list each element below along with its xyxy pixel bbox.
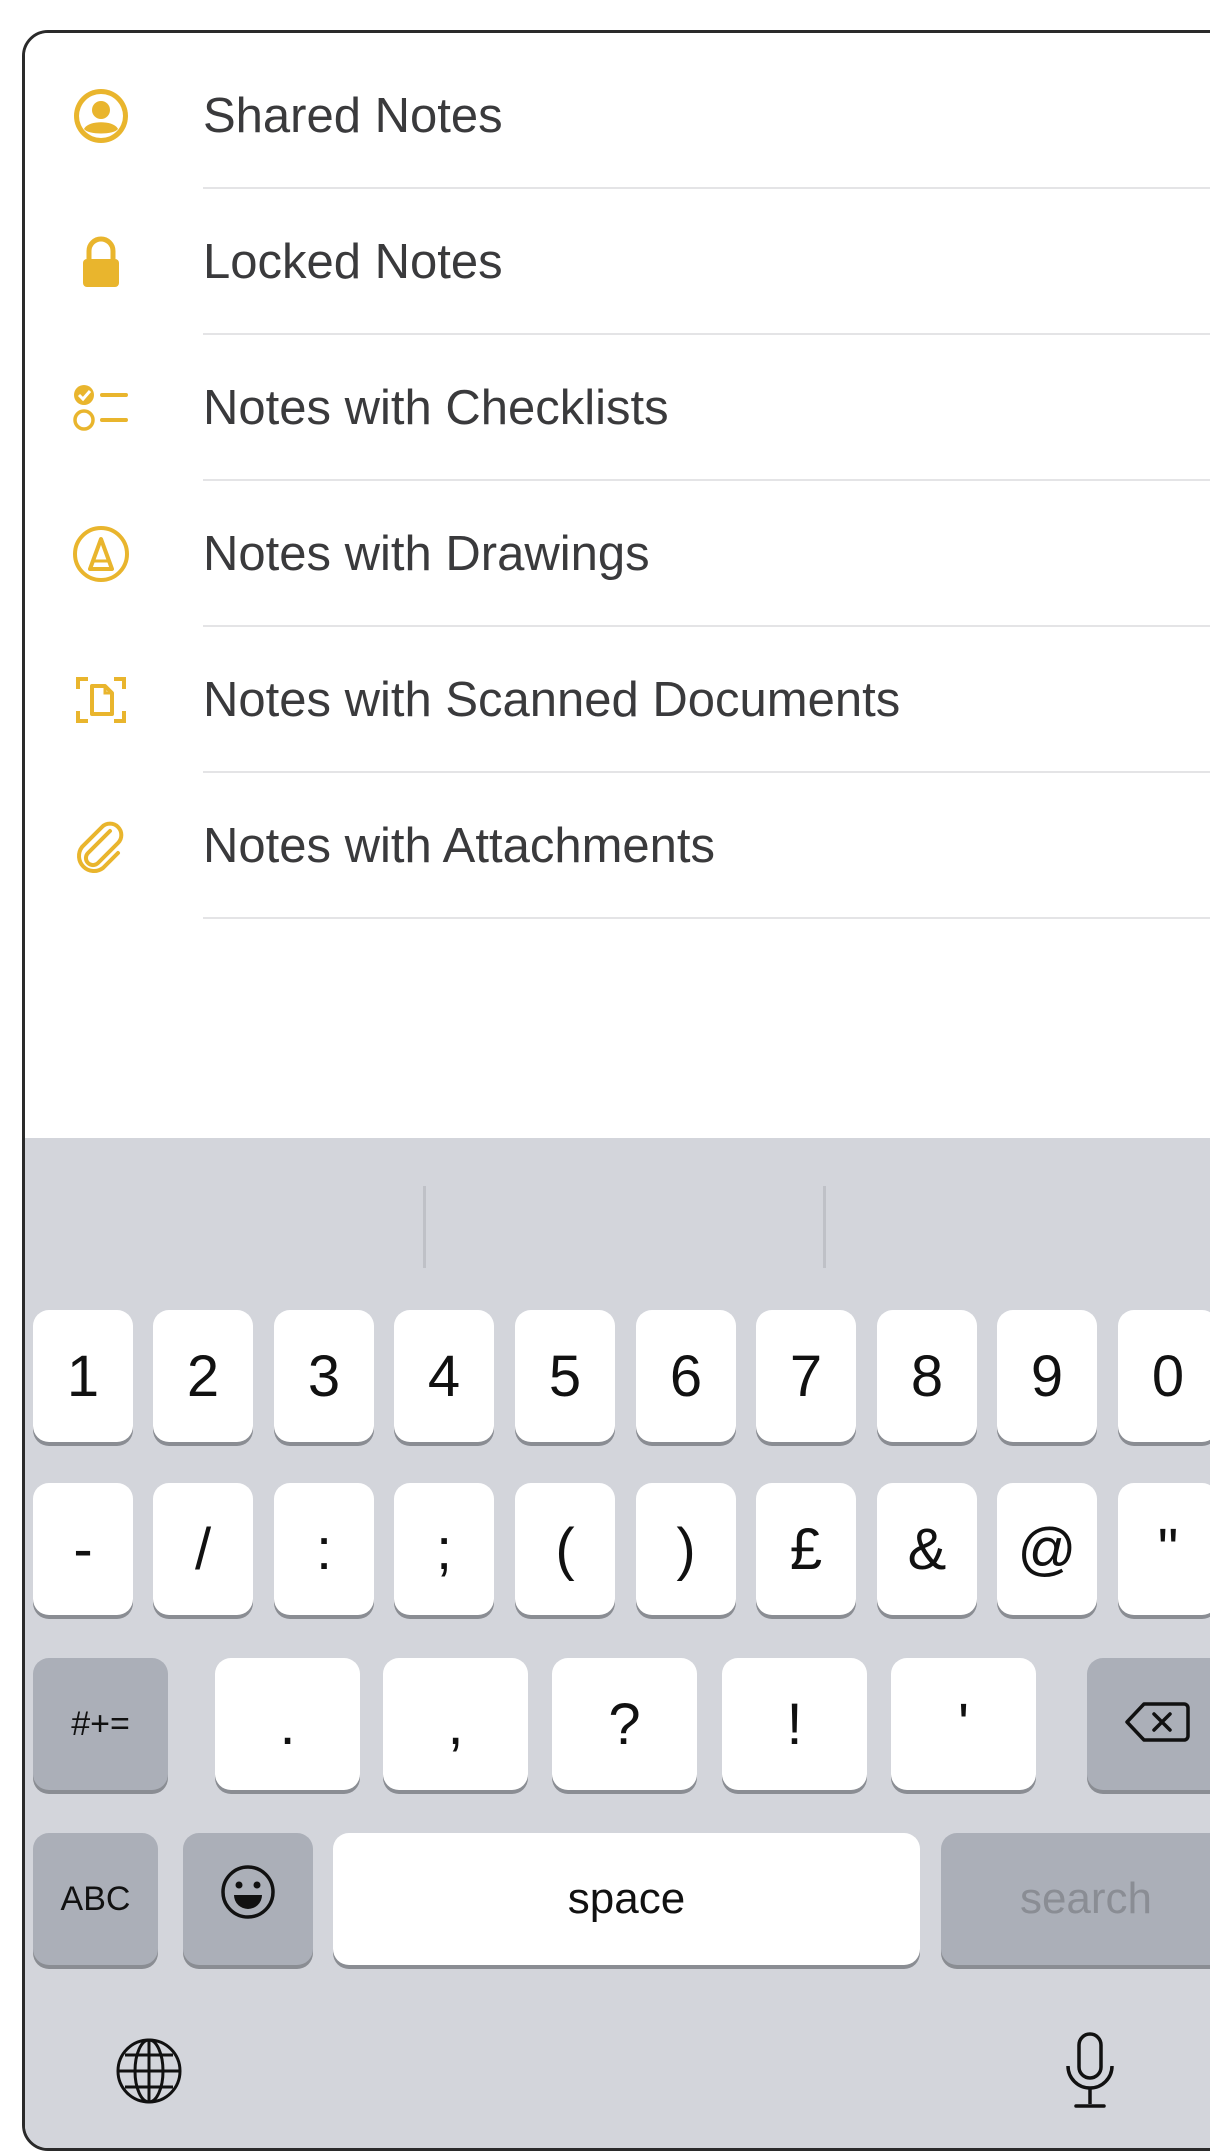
lock-icon	[70, 231, 132, 293]
list-item-attachments[interactable]: Notes with Attachments	[25, 773, 1210, 919]
list-item-label: Notes with Attachments	[203, 819, 716, 873]
key[interactable]: ,	[383, 1658, 528, 1790]
key[interactable]: 5	[515, 1310, 615, 1442]
key[interactable]: !	[722, 1658, 867, 1790]
divider	[203, 917, 1210, 919]
key[interactable]: 9	[997, 1310, 1097, 1442]
emoji-icon	[218, 1862, 278, 1936]
microphone-icon[interactable]	[1060, 2028, 1120, 2119]
key[interactable]: 1	[33, 1310, 133, 1442]
key[interactable]: &	[877, 1483, 977, 1615]
key[interactable]: )	[636, 1483, 736, 1615]
suggestion-divider	[423, 1186, 426, 1268]
key[interactable]: 4	[394, 1310, 494, 1442]
checklist-icon	[70, 377, 132, 439]
symbols-toggle-key[interactable]: #+=	[33, 1658, 168, 1790]
list-item-label: Shared Notes	[203, 89, 503, 143]
app-window: Shared Notes Locked Notes Notes with Che…	[22, 30, 1210, 2151]
key[interactable]: '	[891, 1658, 1036, 1790]
list-item-drawings[interactable]: Notes with Drawings	[25, 481, 1210, 627]
key[interactable]: /	[153, 1483, 253, 1615]
pen-circle-icon	[70, 523, 132, 585]
document-scanner-icon	[70, 669, 132, 731]
list-item-label: Notes with Drawings	[203, 527, 650, 581]
key[interactable]: 7	[756, 1310, 856, 1442]
key[interactable]: @	[997, 1483, 1097, 1615]
key[interactable]: £	[756, 1483, 856, 1615]
key[interactable]: "	[1118, 1483, 1210, 1615]
key[interactable]: -	[33, 1483, 133, 1615]
paperclip-icon	[70, 815, 132, 877]
delete-key[interactable]	[1087, 1658, 1210, 1790]
list-item-shared-notes[interactable]: Shared Notes	[25, 43, 1210, 189]
key[interactable]: 3	[274, 1310, 374, 1442]
list-item-label: Notes with Scanned Documents	[203, 673, 901, 727]
emoji-key[interactable]	[183, 1833, 313, 1965]
key[interactable]: 0	[1118, 1310, 1210, 1442]
list-item-label: Locked Notes	[203, 235, 503, 289]
search-key[interactable]: search	[941, 1833, 1210, 1965]
smart-folder-list: Shared Notes Locked Notes Notes with Che…	[25, 33, 1210, 1133]
key[interactable]: (	[515, 1483, 615, 1615]
space-key[interactable]: space	[333, 1833, 920, 1965]
key[interactable]: 2	[153, 1310, 253, 1442]
suggestion-divider	[823, 1186, 826, 1268]
globe-icon[interactable]	[113, 2035, 185, 2112]
key[interactable]: 6	[636, 1310, 736, 1442]
key[interactable]: ?	[552, 1658, 697, 1790]
list-item-checklists[interactable]: Notes with Checklists	[25, 335, 1210, 481]
list-item-label: Notes with Checklists	[203, 381, 669, 435]
abc-key[interactable]: ABC	[33, 1833, 158, 1965]
key[interactable]: .	[215, 1658, 360, 1790]
person-circle-icon	[70, 85, 132, 147]
list-item-locked-notes[interactable]: Locked Notes	[25, 189, 1210, 335]
key[interactable]: ;	[394, 1483, 494, 1615]
list-item-scanned-documents[interactable]: Notes with Scanned Documents	[25, 627, 1210, 773]
delete-backspace-icon	[1124, 1691, 1190, 1758]
keyboard: 1 2 3 4 5 6 7 8 9 0 - / : ; ( ) £ & @ " …	[25, 1138, 1210, 2148]
key[interactable]: 8	[877, 1310, 977, 1442]
key[interactable]: :	[274, 1483, 374, 1615]
